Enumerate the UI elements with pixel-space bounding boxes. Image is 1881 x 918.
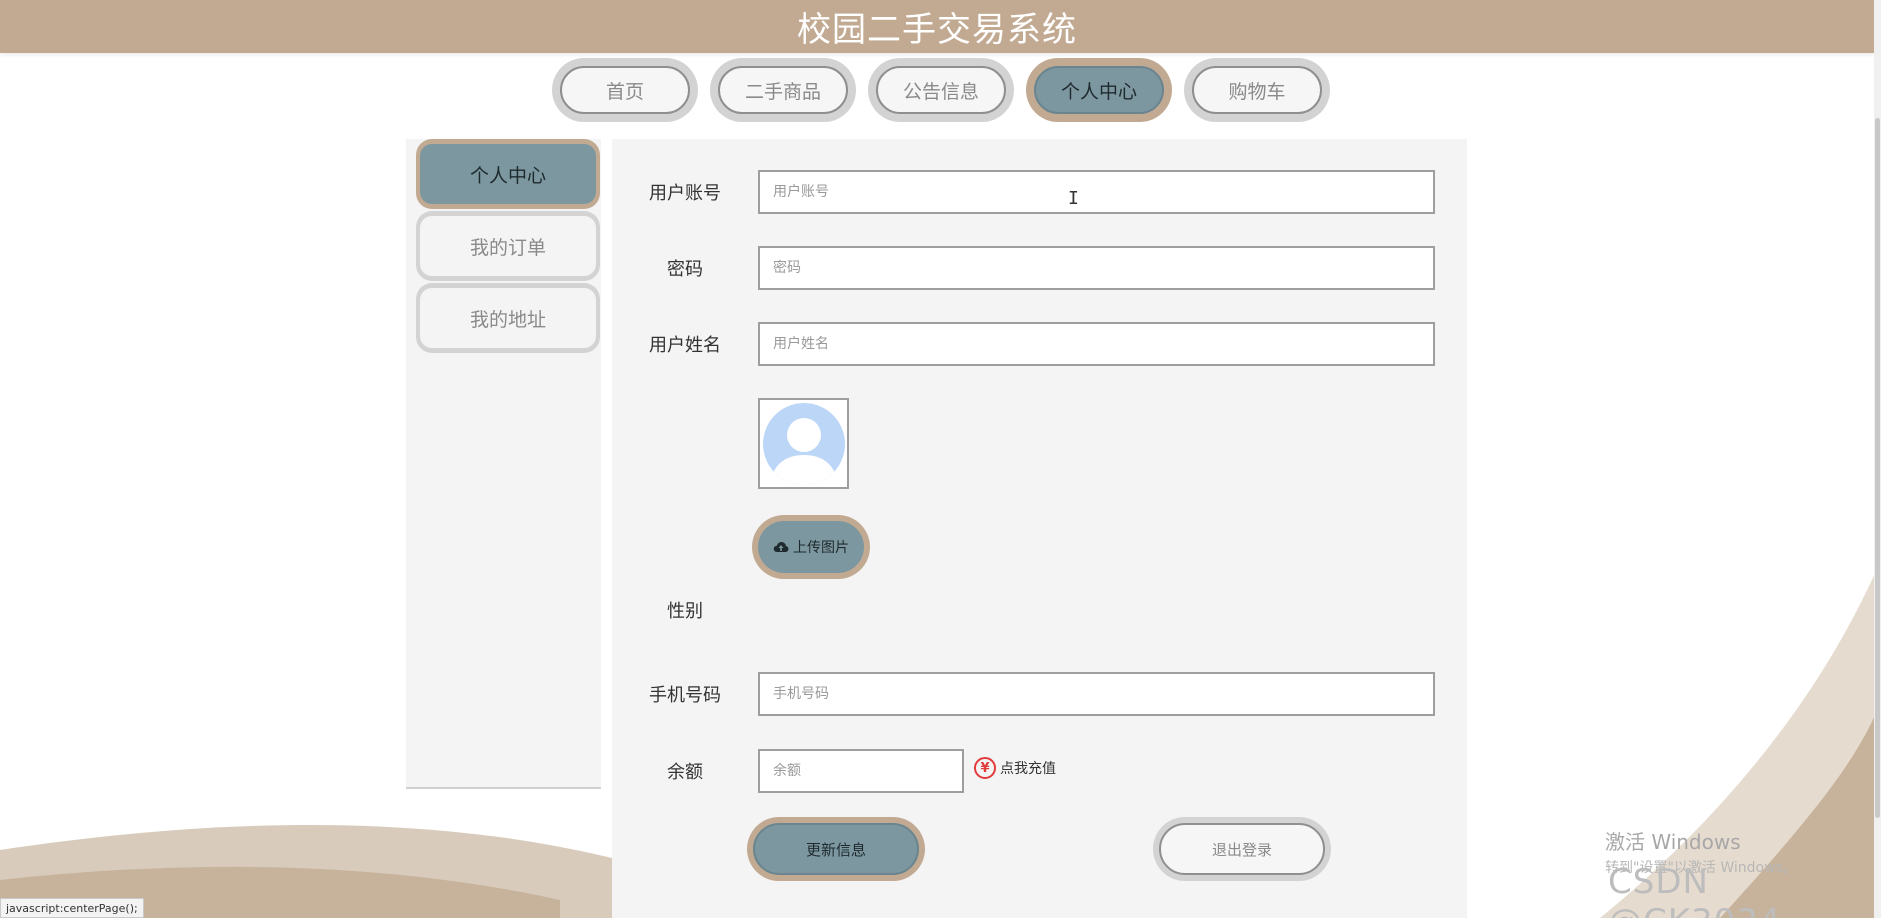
sidebar-item-label: 我的地址 xyxy=(420,288,596,348)
update-info-label: 更新信息 xyxy=(753,823,919,875)
top-nav: 首页 二手商品 公告信息 个人中心 购物车 xyxy=(552,58,1330,122)
sidebar-item-label: 个人中心 xyxy=(420,144,596,204)
scrollbar-thumb[interactable] xyxy=(1875,118,1880,818)
account-input[interactable] xyxy=(758,170,1435,214)
nav-item-cart[interactable]: 购物车 xyxy=(1184,58,1330,122)
activation-title: 激活 Windows xyxy=(1605,830,1741,854)
nav-item-label: 个人中心 xyxy=(1034,66,1164,114)
sidebar-item-my-address[interactable]: 我的地址 xyxy=(416,283,600,353)
nav-item-personal-center[interactable]: 个人中心 xyxy=(1026,58,1172,122)
account-label: 用户账号 xyxy=(649,183,721,204)
page-title: 校园二手交易系统 xyxy=(797,10,1077,50)
form-row-gender: 性别 xyxy=(612,597,758,623)
logout-label: 退出登录 xyxy=(1159,823,1325,875)
text-cursor-icon: I xyxy=(1068,188,1079,209)
recharge-link[interactable]: ¥ 点我充值 xyxy=(974,757,1056,779)
form-row-password: 密码 xyxy=(612,246,1435,290)
password-input[interactable] xyxy=(758,246,1435,290)
yen-icon: ¥ xyxy=(974,757,996,779)
browser-status-bar: javascript:centerPage(); xyxy=(0,898,144,918)
form-row-name: 用户姓名 xyxy=(612,322,1435,366)
sidebar-item-label: 我的订单 xyxy=(420,216,596,276)
avatar-preview xyxy=(758,398,849,489)
status-text: javascript:centerPage(); xyxy=(6,901,138,915)
nav-item-label: 二手商品 xyxy=(718,66,848,114)
profile-form: 用户账号 密码 用户姓名 xyxy=(612,139,1467,918)
form-row-balance: 余额 xyxy=(612,749,964,793)
nav-item-label: 首页 xyxy=(560,66,690,114)
sidebar-item-personal-center[interactable]: 个人中心 xyxy=(416,139,600,209)
upload-image-label: 上传图片 xyxy=(793,540,849,556)
balance-label: 余额 xyxy=(667,762,703,783)
default-avatar-icon xyxy=(762,402,845,485)
page: 校园二手交易系统 首页 二手商品 公告信息 个人中心 购物车 个人中心 我的订单… xyxy=(0,0,1881,918)
gender-label: 性别 xyxy=(667,601,703,622)
side-menu: 个人中心 我的订单 我的地址 xyxy=(406,139,601,789)
name-label: 用户姓名 xyxy=(649,335,721,356)
logout-button[interactable]: 退出登录 xyxy=(1153,817,1331,881)
sidebar-item-my-orders[interactable]: 我的订单 xyxy=(416,211,600,281)
phone-label: 手机号码 xyxy=(649,685,721,706)
cloud-upload-icon xyxy=(773,542,789,552)
update-info-button[interactable]: 更新信息 xyxy=(747,817,925,881)
nav-item-label: 购物车 xyxy=(1192,66,1322,114)
csdn-watermark: CSDN @CK3034 xyxy=(1608,862,1781,918)
form-row-account: 用户账号 xyxy=(612,170,1435,214)
page-scrollbar[interactable] xyxy=(1874,0,1881,918)
name-input[interactable] xyxy=(758,322,1435,366)
balance-input[interactable] xyxy=(758,749,964,793)
phone-input[interactable] xyxy=(758,672,1435,716)
recharge-label: 点我充值 xyxy=(1000,761,1056,777)
upload-image-inner: 上传图片 xyxy=(758,521,864,573)
page-header: 校园二手交易系统 xyxy=(0,0,1874,53)
password-label: 密码 xyxy=(667,259,703,280)
nav-item-secondhand-goods[interactable]: 二手商品 xyxy=(710,58,856,122)
nav-item-announcements[interactable]: 公告信息 xyxy=(868,58,1014,122)
nav-item-home[interactable]: 首页 xyxy=(552,58,698,122)
form-row-phone: 手机号码 xyxy=(612,672,1435,716)
upload-image-button[interactable]: 上传图片 xyxy=(752,515,870,579)
nav-item-label: 公告信息 xyxy=(876,66,1006,114)
